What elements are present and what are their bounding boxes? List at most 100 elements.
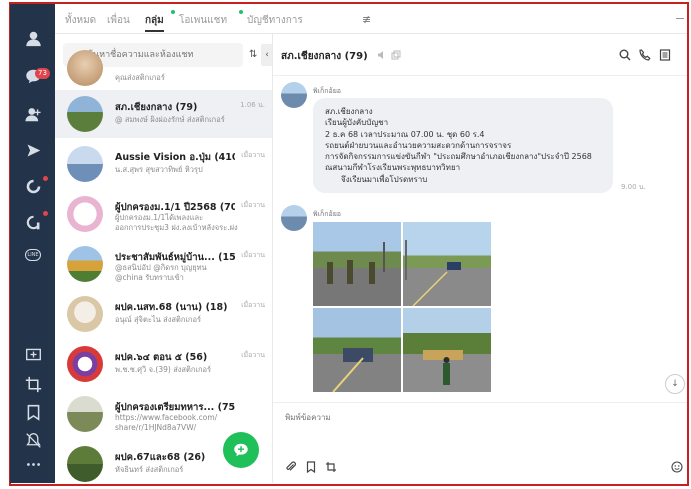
chat-preview: หัจธินทร์ ส่งสติกเกอร์ <box>115 465 184 474</box>
tab-official[interactable]: บัญชีทางการ <box>247 13 303 28</box>
photo-content <box>332 348 373 392</box>
chat-name: ผปค.67และ68 (26) <box>115 452 206 463</box>
mute-bell-icon[interactable] <box>23 430 43 450</box>
sort-icon[interactable]: ⇅ <box>249 49 257 60</box>
more-icon[interactable] <box>23 454 43 474</box>
message-input[interactable] <box>285 409 665 425</box>
bookmark-icon[interactable] <box>305 461 317 473</box>
chat-preview: ผู้ปกครองม.1/1ได้เพลงและ <box>115 213 204 222</box>
photo-content <box>405 240 461 306</box>
openchat-dot <box>43 211 48 216</box>
group-avatar <box>67 296 103 332</box>
message-composer <box>273 402 687 483</box>
message-line: 2 ธ.ค 68 เวลาประมาณ 07.00 น. ชุด 60 ร.4 <box>325 129 485 139</box>
filter-settings-icon[interactable]: ≢ <box>362 13 371 26</box>
chat-panel: สภ.เชียงกลาง (79) พิเก็กอ้ยอ สภ.เชียงกลา… <box>273 34 687 483</box>
chat-preview: คุณส่งสติกเกอร์ <box>115 73 165 82</box>
today-icon[interactable] <box>23 176 43 196</box>
chat-list-item[interactable]: ประชาสัมพันธ์หมู่บ้าน... (155) @ธสนิปอัป… <box>55 240 272 288</box>
chat-name: Aussie Vision อ.ปุ่ม (410) <box>115 152 235 163</box>
chat-title: สภ.เชียงกลาง (79) <box>281 51 368 62</box>
photo[interactable] <box>313 222 401 306</box>
photo-album[interactable] <box>313 222 493 396</box>
call-icon[interactable] <box>639 49 651 61</box>
group-avatar <box>67 196 103 232</box>
chat-list-item[interactable]: สภ.เชียงกลาง (79) @ สมพงษ์ ผิงผ่องรักษ์ … <box>55 90 272 138</box>
chat-header: สภ.เชียงกลาง (79) <box>273 34 687 76</box>
chat-time: เมื่อวาน <box>241 201 265 209</box>
photo[interactable] <box>403 308 491 392</box>
profile-icon[interactable] <box>23 28 43 48</box>
bookmark-icon[interactable] <box>23 402 43 422</box>
group-avatar <box>67 50 103 86</box>
photo[interactable] <box>313 308 401 392</box>
group-avatar <box>67 396 103 432</box>
sender-avatar[interactable] <box>281 205 307 231</box>
chat-list-item[interactable]: ผปค.นสท.68 (นาน) (18) อนุณ์ สุ่จิตะไน ส่… <box>55 290 272 338</box>
photo-content <box>423 350 463 385</box>
chat-list-item[interactable]: ผู้ปกครองม.1/1 ปี2568 (70) ผู้ปกครองม.1/… <box>55 190 272 238</box>
openchat-icon[interactable] <box>23 212 43 232</box>
group-avatar <box>67 346 103 382</box>
message-line: จึงเรียนมาเพื่อโปรดทราบ <box>341 174 428 184</box>
today-dot <box>43 176 48 181</box>
chat-preview-line2: ออกการประชุม3 ฝง.ลงเบ้าหลังจระ.ฝง <box>115 223 238 232</box>
add-friend-icon[interactable] <box>23 104 43 124</box>
sender-name: พิเก็กอ้ยอ <box>313 210 341 218</box>
chat-list: ⇅ ‹ คุณส่งสติกเกอร์ สภ.เชียงกลาง (79) @ … <box>55 34 273 483</box>
tab-friends[interactable]: เพื่อน <box>107 13 130 28</box>
chat-time: เมื่อวาน <box>241 351 265 359</box>
top-tab-bar: ทั้งหมด เพื่อน กลุ่ม โอเพนแชท บัญชีทางกา… <box>55 4 687 34</box>
chat-list-item[interactable]: ผู้ปกครองเตรียมทหาร... (75) https://www.… <box>55 390 272 438</box>
group-avatar <box>67 246 103 282</box>
chat-list-item[interactable]: คุณส่งสติกเกอร์ <box>55 50 272 90</box>
message-line: รถยนต์ฝ่ายบวนและอำนวยความสะดวกด้านการจรา… <box>325 140 512 150</box>
scroll-down-button[interactable]: ↓ <box>665 374 685 394</box>
group-avatar <box>67 96 103 132</box>
search-icon[interactable] <box>619 49 631 61</box>
chats-unread-badge: 73 <box>35 68 50 79</box>
tab-groups-dot <box>171 10 175 14</box>
collapse-list-button[interactable]: ‹ <box>261 44 272 66</box>
chat-preview: อนุณ์ สุ่จิตะไน ส่งสติกเกอร์ <box>115 315 201 324</box>
attach-icon[interactable] <box>285 461 297 473</box>
chat-preview: @ธสนิปอัป @กิดรก บุญยุทน <box>115 263 207 272</box>
chat-time: เมื่อวาน <box>241 151 265 159</box>
chat-preview: น.ส.สุพร สุขสวาทิพย์ หิวรุป <box>115 165 203 174</box>
group-avatar <box>67 446 103 482</box>
line-logo[interactable]: LINE <box>25 249 41 261</box>
crop-icon[interactable] <box>23 374 43 394</box>
tab-openchat[interactable]: โอเพนแชท <box>179 13 227 28</box>
chat-preview: @ สมพงษ์ ผิงผ่องรักษ์ ส่งสติกเกอร์ <box>115 115 225 124</box>
screenshot-icon[interactable] <box>325 461 337 473</box>
copy-icon[interactable] <box>391 50 401 60</box>
message-bubble[interactable]: สภ.เชียงกลาง เรียนผู้บังคับบัญชา 2 ธ.ค 6… <box>313 98 613 194</box>
emoji-icon[interactable] <box>671 461 683 473</box>
menu-icon[interactable] <box>659 49 671 61</box>
chat-list-item[interactable]: Aussie Vision อ.ปุ่ม (410) น.ส.สุพร สุขส… <box>55 140 272 188</box>
message-line: เรียนผู้บังคับบัญชา <box>325 118 389 128</box>
chat-preview: พ.ช.ช.ศุวิ จ.(39) ส่งสติกเกอร์ <box>115 365 212 374</box>
chat-time: 1.06 น. <box>240 101 265 109</box>
photo[interactable] <box>403 222 491 306</box>
chat-list-item[interactable]: ผปค.๖๔ ตอน ๕ (56) พ.ช.ช.ศุวิ จ.(39) ส่งส… <box>55 340 272 388</box>
message-line: การจัดกิจกรรมการแข่งขันกีฬา "ประถมศึกษาอ… <box>325 152 592 162</box>
tab-openchat-dot <box>239 10 243 14</box>
chat-preview: https://www.facebook.com/ <box>115 413 218 422</box>
voom-icon[interactable] <box>23 140 43 160</box>
message-line: ณสนามกีฬาโรงเรียนพระพุทธบาทวิทยา <box>325 163 461 173</box>
tab-all[interactable]: ทั้งหมด <box>65 13 96 28</box>
tab-groups[interactable]: กลุ่ม <box>145 13 164 32</box>
add-square-icon[interactable] <box>23 344 43 364</box>
chat-name: ผปค.๖๔ ตอน ๕ (56) <box>115 352 208 363</box>
message-time: 9.00 น. <box>621 183 646 191</box>
chat-name: สภ.เชียงกลาง (79) <box>115 102 198 113</box>
new-chat-icon <box>234 443 248 457</box>
chat-preview-line2: @china รับทราบเข้า <box>115 273 184 282</box>
chat-time: เมื่อวาน <box>241 251 265 259</box>
new-chat-button[interactable] <box>223 432 259 468</box>
mute-icon <box>378 51 383 59</box>
sender-avatar[interactable] <box>281 82 307 108</box>
minimize-icon[interactable] <box>676 18 684 19</box>
photo-content <box>327 242 385 284</box>
